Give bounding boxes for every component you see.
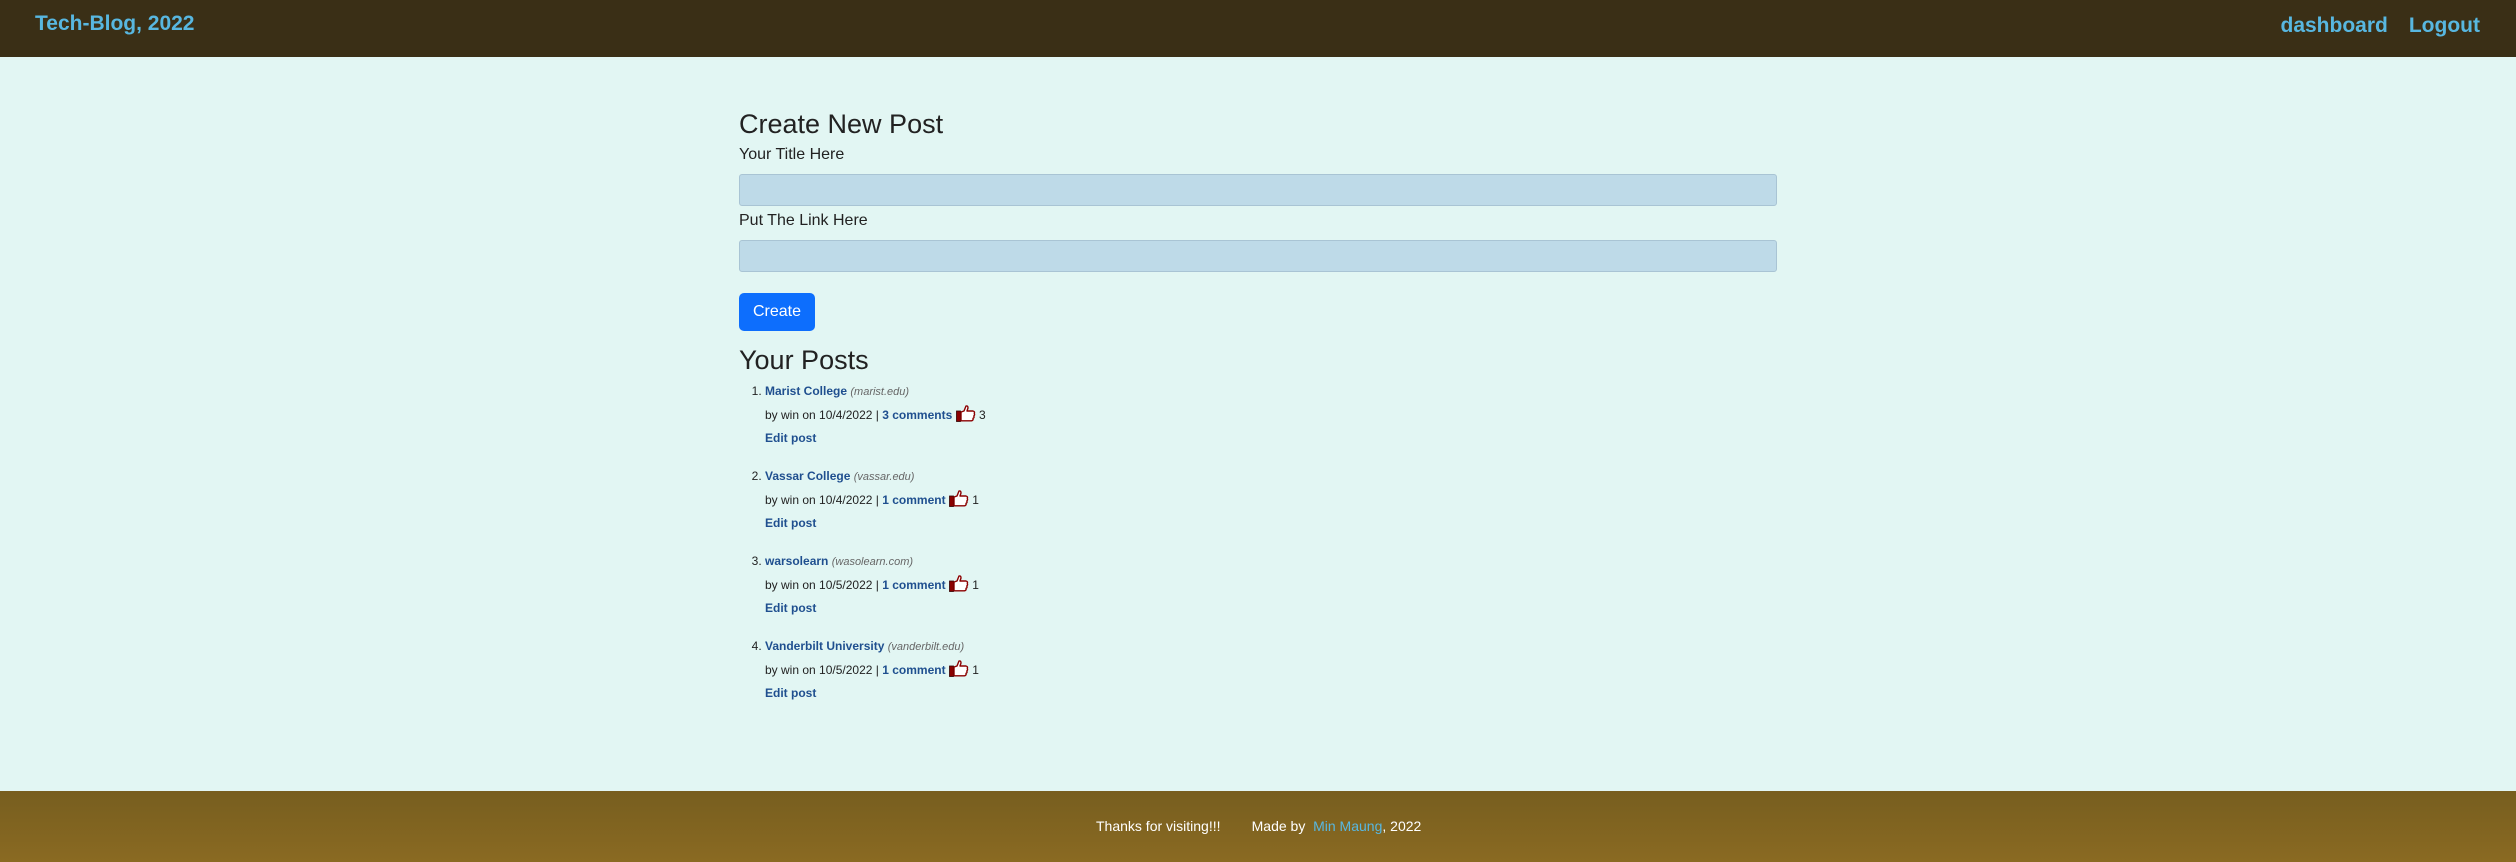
brand-link[interactable]: Tech-Blog, 2022 [35,12,195,36]
edit-post-link[interactable]: Edit post [765,516,816,530]
footer-spacer [1221,818,1252,834]
post-title-link[interactable]: warsolearn [765,554,828,568]
edit-line: Edit post [765,682,1777,705]
post-domain: (vanderbilt.edu) [887,641,965,653]
nav-dashboard-link[interactable]: dashboard [2281,14,2388,38]
create-button[interactable]: Create [739,293,815,331]
post-meta: by win on 10/4/2022 | 3 comments 3 [765,404,1777,427]
edit-line: Edit post [765,597,1777,620]
footer-made-by: Made by [1251,818,1310,834]
title-label: Your Title Here [739,146,845,163]
thumbs-up-icon[interactable] [949,575,969,592]
title-input[interactable] [739,174,1777,206]
edit-post-link[interactable]: Edit post [765,431,816,445]
thumbs-up-icon[interactable] [949,490,969,507]
thumbs-up-icon[interactable] [949,660,969,677]
post-meta: by win on 10/4/2022 | 1 comment 1 [765,489,1777,512]
list-item: Vassar College (vassar.edu) by win on 10… [765,465,1777,535]
post-title-line: Marist College (marist.edu) [765,380,1777,404]
post-meta: by win on 10/5/2022 | 1 comment 1 [765,659,1777,682]
post-domain: (vassar.edu) [853,471,915,483]
nav-logout-link[interactable]: Logout [2409,14,2480,38]
post-title-line: Vassar College (vassar.edu) [765,465,1777,489]
comments-link[interactable]: 1 comment [882,578,945,592]
create-post-form: Create New Post Your Title Here Put The … [739,108,1777,331]
list-item: Marist College (marist.edu) by win on 10… [765,380,1777,450]
footer-text: Thanks for visiting!!! Made by Min Maung… [1096,818,1421,834]
comments-link[interactable]: 1 comment [882,493,945,507]
post-author-date: by win on 10/5/2022 | [765,663,879,677]
edit-line: Edit post [765,427,1777,450]
main-content: Create New Post Your Title Here Put The … [739,108,1777,720]
like-count: 3 [978,408,986,422]
post-domain: (marist.edu) [850,386,910,398]
post-title-link[interactable]: Vanderbilt University [765,639,884,653]
post-domain: (wasolearn.com) [831,556,914,568]
thumbs-up-icon[interactable] [955,405,976,422]
post-author-date: by win on 10/4/2022 | [765,408,879,422]
post-title-line: Vanderbilt University (vanderbilt.edu) [765,635,1777,659]
post-title-line: warsolearn (wasolearn.com) [765,550,1777,574]
post-meta: by win on 10/5/2022 | 1 comment 1 [765,574,1777,597]
edit-post-link[interactable]: Edit post [765,601,816,615]
like-count: 1 [972,493,979,507]
comments-link[interactable]: 3 comments [882,408,952,422]
edit-line: Edit post [765,512,1777,535]
post-title-link[interactable]: Marist College [765,384,847,398]
nav-links: dashboard Logout [2281,14,2481,38]
post-author-date: by win on 10/5/2022 | [765,578,879,592]
post-author-date: by win on 10/4/2022 | [765,493,879,507]
link-label: Put The Link Here [739,212,868,229]
comments-link[interactable]: 1 comment [882,663,945,677]
footer-year: , 2022 [1382,818,1422,834]
footer-thanks: Thanks for visiting!!! [1096,818,1221,834]
like-count: 1 [972,663,979,677]
list-item: Vanderbilt University (vanderbilt.edu) b… [765,635,1777,705]
post-title-link[interactable]: Vassar College [765,469,850,483]
footer: Thanks for visiting!!! Made by Min Maung… [0,791,2516,862]
create-post-heading: Create New Post [739,109,944,139]
posts-list: Marist College (marist.edu) by win on 10… [739,380,1777,705]
link-input[interactable] [739,240,1777,272]
author-link[interactable]: Min Maung [1313,818,1382,834]
your-posts-heading: Your Posts [739,345,869,375]
like-count: 1 [972,578,979,592]
edit-post-link[interactable]: Edit post [765,686,816,700]
list-item: warsolearn (wasolearn.com) by win on 10/… [765,550,1777,620]
top-navbar: Tech-Blog, 2022 dashboard Logout [0,0,2516,57]
